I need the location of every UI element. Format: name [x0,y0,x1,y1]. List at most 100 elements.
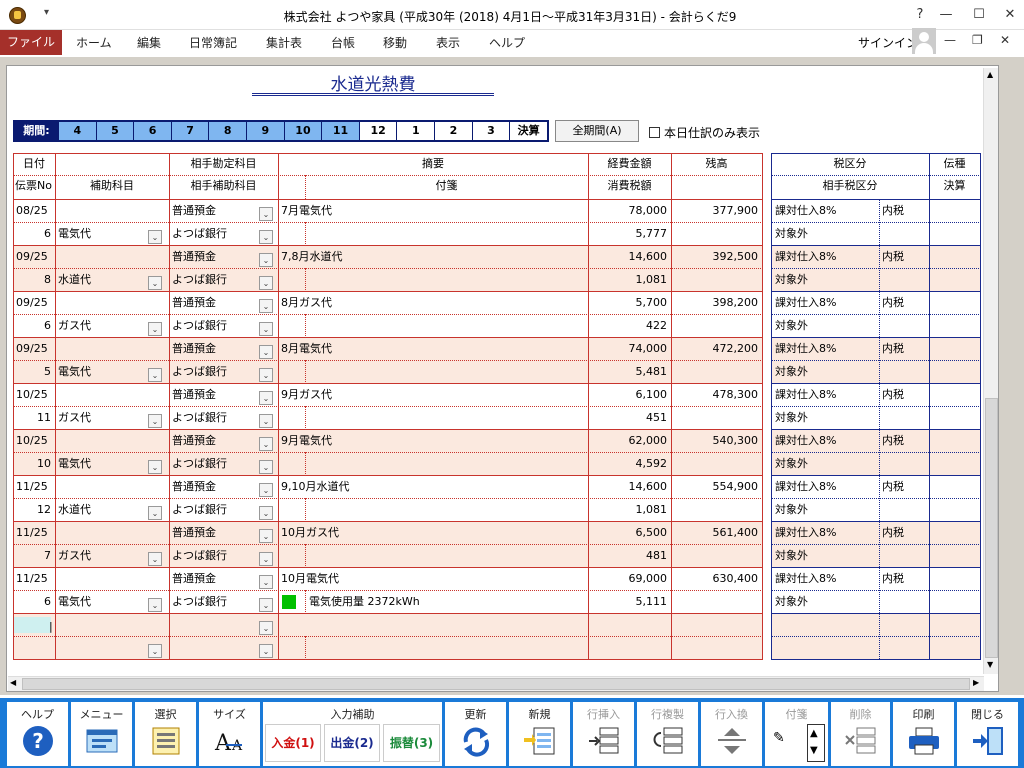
period-month[interactable]: 4 [58,122,96,140]
row-summary[interactable]: 10月ガス代 [281,523,561,543]
dropdown-icon[interactable]: ⌄ [259,621,273,635]
ribbon-minimize-icon[interactable]: — [944,33,956,47]
row-amount[interactable]: 62,000 [588,431,671,451]
row-sub-account[interactable]: 電気代 [58,592,148,612]
row-balance[interactable]: 561,400 [671,523,762,543]
row-counter-account[interactable]: 普通預金 [172,339,262,359]
dropdown-icon[interactable]: ⌄ [259,391,273,405]
dropdown-icon[interactable]: ⌄ [148,368,162,382]
row-summary[interactable]: 9月電気代 [281,431,561,451]
dropdown-icon[interactable]: ⌄ [148,552,162,566]
row-counter-sub[interactable]: よつば銀行 [172,546,262,566]
row-amount[interactable]: 6,100 [588,385,671,405]
dropdown-icon[interactable]: ⌄ [259,483,273,497]
row-counter-sub[interactable]: よつば銀行 [172,224,262,244]
dropdown-icon[interactable]: ⌄ [259,506,273,520]
dropdown-icon[interactable]: ⌄ [148,644,162,658]
row-voucher-no[interactable]: 11 [13,408,55,428]
row-balance[interactable]: 392,500 [671,247,762,267]
row-incl-tax[interactable]: 内税 [882,477,929,497]
dropdown-icon[interactable]: ⌄ [259,598,273,612]
row-summary[interactable]: 7,8月水道代 [281,247,561,267]
row-tax[interactable]: 1,081 [588,500,671,520]
row-tax[interactable]: 5,481 [588,362,671,382]
period-settlement[interactable]: 決算 [509,122,547,140]
dropdown-icon[interactable]: ⌄ [259,299,273,313]
row-tax[interactable]: 5,777 [588,224,671,244]
signin-link[interactable]: サインイン [858,34,918,51]
row-incl-tax[interactable]: 内税 [882,385,929,405]
row-date[interactable]: 09/25 [16,293,56,313]
row-date[interactable]: 08/25 [16,201,56,221]
dropdown-icon[interactable]: ⌄ [259,644,273,658]
row-sub-account[interactable]: ガス代 [58,316,148,336]
row-voucher-no[interactable]: 12 [13,500,55,520]
copy-row-button[interactable]: 行複製 [636,702,698,766]
scroll-up-icon[interactable]: ▲ [987,70,993,79]
period-month[interactable]: 8 [208,122,247,140]
row-counter-account[interactable]: 普通預金 [172,293,262,313]
row-tax[interactable]: 5,111 [588,592,671,612]
row-summary[interactable]: 7月電気代 [281,201,561,221]
row-voucher-no[interactable]: 8 [13,270,55,290]
period-month[interactable]: 6 [133,122,171,140]
row-balance[interactable]: 630,400 [671,569,762,589]
row-balance[interactable]: 377,900 [671,201,762,221]
dropdown-icon[interactable]: ⌄ [259,253,273,267]
avatar[interactable] [912,28,936,54]
row-amount[interactable]: 14,600 [588,477,671,497]
row-incl-tax[interactable]: 内税 [882,431,929,451]
delete-row-button[interactable]: 削除 [830,702,890,766]
dropdown-icon[interactable]: ⌄ [259,575,273,589]
row-sub-account[interactable]: 電気代 [58,224,148,244]
row-amount[interactable]: 74,000 [588,339,671,359]
row-date[interactable]: 11/25 [16,477,56,497]
fusen-updown[interactable]: ▲ ▼ [807,724,825,762]
print-button[interactable]: 印刷 [892,702,954,766]
row-date[interactable]: 11/25 [16,523,56,543]
dropdown-icon[interactable]: ⌄ [259,207,273,221]
row-tax-class[interactable]: 課対仕入8% [775,431,880,451]
refresh-button[interactable]: 更新 [444,702,506,766]
row-counter-account[interactable]: 普通預金 [172,201,262,221]
maximize-icon[interactable]: ☐ [967,5,991,25]
row-tax-class[interactable]: 課対仕入8% [775,339,880,359]
row-sub-account[interactable]: 電気代 [58,362,148,382]
note-color-marker[interactable] [282,595,296,609]
row-balance[interactable]: 554,900 [671,477,762,497]
menu-ledger[interactable]: 台帳 [331,34,355,51]
row-tax-class[interactable]: 課対仕入8% [775,293,880,313]
close-button[interactable]: 閉じる [956,702,1018,766]
row-summary[interactable]: 8月ガス代 [281,293,561,313]
row-summary[interactable]: 9,10月水道代 [281,477,561,497]
dropdown-icon[interactable]: ⌄ [259,230,273,244]
dropdown-icon[interactable]: ⌄ [148,276,162,290]
doc-close-icon[interactable]: ✕ [1000,33,1010,47]
row-tax-class[interactable]: 課対仕入8% [775,201,880,221]
period-month[interactable]: 5 [95,122,134,140]
scroll-right-icon[interactable]: ▶ [973,678,979,687]
dropdown-icon[interactable]: ⌄ [259,414,273,428]
menu-view[interactable]: 表示 [436,34,460,51]
row-counter-account[interactable]: 普通預金 [172,247,262,267]
menu-button[interactable]: メニュー [70,702,132,766]
period-month[interactable]: 10 [283,122,322,140]
dropdown-icon[interactable]: ⌄ [259,460,273,474]
row-tax[interactable]: 422 [588,316,671,336]
row-balance[interactable]: 540,300 [671,431,762,451]
row-balance[interactable]: 478,300 [671,385,762,405]
row-tax-class[interactable]: 課対仕入8% [775,523,880,543]
period-month[interactable]: 2 [434,122,472,140]
row-counter-sub[interactable]: よつば銀行 [172,270,262,290]
menu-file[interactable]: ファイル [0,30,62,55]
row-counter-tax[interactable]: 対象外 [775,546,880,566]
select-button[interactable]: 選択 [134,702,196,766]
dropdown-icon[interactable]: ⌄ [259,345,273,359]
help-question-icon[interactable]: ? [908,5,932,25]
menu-daily[interactable]: 日常簿記 [189,34,237,51]
close-window-icon[interactable]: ✕ [998,5,1022,25]
row-date[interactable]: 09/25 [16,247,56,267]
row-date[interactable]: 10/25 [16,431,56,451]
row-tax-class[interactable]: 課対仕入8% [775,385,880,405]
row-sub-account[interactable]: 水道代 [58,270,148,290]
